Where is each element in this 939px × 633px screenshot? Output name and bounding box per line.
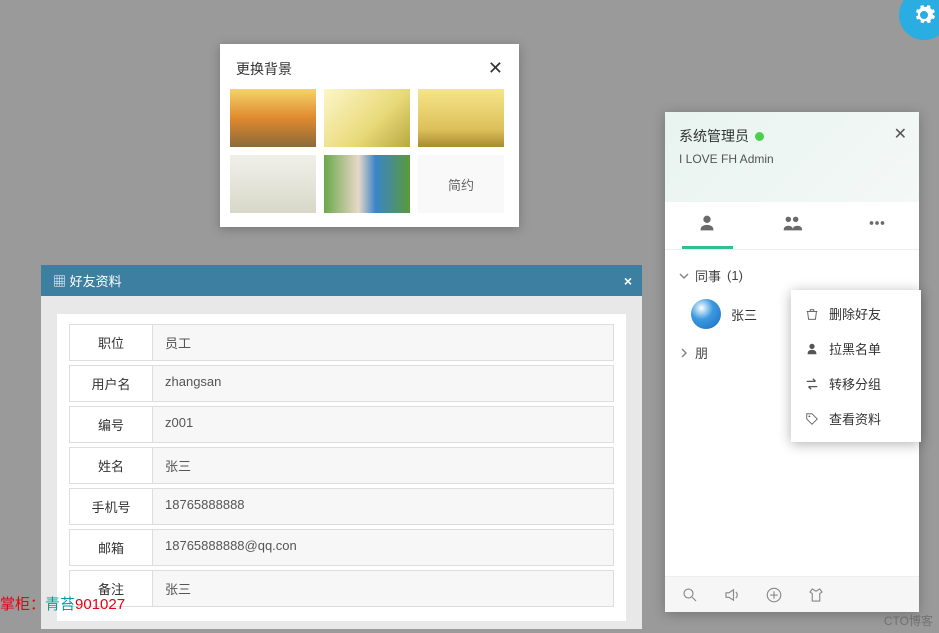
menu-move-group[interactable]: 转移分组 [791,366,921,401]
menu-label: 查看资料 [829,409,881,428]
field-value: 张三 [152,448,613,483]
tag-icon [805,412,819,426]
owner-prefix: 掌柜： [0,596,45,613]
close-icon[interactable]: ✕ [488,58,503,79]
field-label: 职位 [70,325,152,360]
tab-contacts[interactable] [665,202,750,249]
field-value: zhangsan [152,366,613,401]
search-icon[interactable] [681,586,699,604]
transfer-icon [805,377,819,391]
bg-option-sunset[interactable] [230,89,316,147]
settings-gear-badge[interactable] [899,0,939,40]
profile-row-id: 编号z001 [69,406,614,443]
sound-icon[interactable] [723,586,741,604]
owner-id: 901027 [75,596,125,613]
contact-name: 张三 [731,305,757,324]
admin-name: 系统管理员 [679,126,749,146]
field-label: 姓名 [70,448,152,483]
im-header: ✕ 系统管理员 I LOVE FH Admin [665,112,919,202]
profile-row-remark: 备注张三 [69,570,614,607]
person-icon [696,212,718,234]
profile-row-name: 姓名张三 [69,447,614,484]
profile-header: ▦ 好友资料 × [41,265,642,296]
menu-label: 删除好友 [829,304,881,323]
bg-option-girl[interactable] [324,155,410,213]
group-name: 朋 [695,343,708,362]
menu-blacklist[interactable]: 拉黑名单 [791,331,921,366]
field-label: 用户名 [70,366,152,401]
add-icon[interactable] [765,586,783,604]
change-background-dialog: 更换背景 ✕ 简约 [220,44,519,227]
profile-row-phone: 手机号18765888888 [69,488,614,525]
bg-option-flowers[interactable] [324,89,410,147]
owner-watermark: 掌柜：青苔901027 [0,593,125,614]
field-value: 18765888888@qq.con [152,530,613,565]
field-label: 手机号 [70,489,152,524]
menu-view-profile[interactable]: 查看资料 [791,401,921,436]
field-value: 张三 [152,571,613,606]
skin-icon[interactable] [807,586,825,604]
admin-motto: I LOVE FH Admin [679,152,905,166]
trash-icon [805,307,819,321]
tab-messages[interactable] [834,202,919,249]
status-online-icon [755,132,764,141]
field-value: z001 [152,407,613,442]
close-icon[interactable]: × [624,273,632,289]
chevron-down-icon [679,271,689,281]
bg-option-trees[interactable] [418,89,504,147]
profile-row-username: 用户名zhangsan [69,365,614,402]
group-header-colleagues[interactable]: 同事 (1) [665,258,919,293]
owner-name: 青苔 [45,596,75,613]
chevron-right-icon [679,348,689,358]
field-value: 员工 [152,325,613,360]
menu-label: 拉黑名单 [829,339,881,358]
profile-title-text: 好友资料 [70,274,122,289]
contact-context-menu: 删除好友 拉黑名单 转移分组 查看资料 [791,290,921,442]
tab-groups[interactable] [750,202,835,249]
bg-option-simple[interactable]: 简约 [418,155,504,213]
dialog-title: 更换背景 [236,59,292,79]
field-value: 18765888888 [152,489,613,524]
close-icon[interactable]: ✕ [894,124,907,144]
profile-row-email: 邮箱18765888888@qq.con [69,529,614,566]
group-name: 同事 [695,266,721,285]
bg-option-room[interactable] [230,155,316,213]
field-label: 编号 [70,407,152,442]
menu-delete-friend[interactable]: 删除好友 [791,296,921,331]
watermark-text: CTO博客 [884,612,933,629]
gear-icon [912,3,936,27]
blog-watermark: CTO博客 [884,612,933,629]
avatar [691,299,721,329]
friend-profile-panel: ▦ 好友资料 × 职位员工 用户名zhangsan 编号z001 姓名张三 手机… [41,265,642,629]
profile-body: 职位员工 用户名zhangsan 编号z001 姓名张三 手机号18765888… [41,296,642,629]
background-thumbnails: 简约 [220,89,519,227]
person-icon [805,342,819,356]
group-count: (1) [727,268,743,283]
profile-header-title: ▦ 好友资料 [53,271,122,290]
im-tabs [665,202,919,250]
profile-row-position: 职位员工 [69,324,614,361]
chat-icon [866,212,888,234]
menu-label: 转移分组 [829,374,881,393]
group-icon [781,212,803,234]
profile-inner: 职位员工 用户名zhangsan 编号z001 姓名张三 手机号18765888… [57,314,626,621]
dialog-header: 更换背景 ✕ [220,44,519,89]
im-admin-row: 系统管理员 [679,126,905,146]
im-bottom-bar [665,576,919,612]
field-label: 邮箱 [70,530,152,565]
